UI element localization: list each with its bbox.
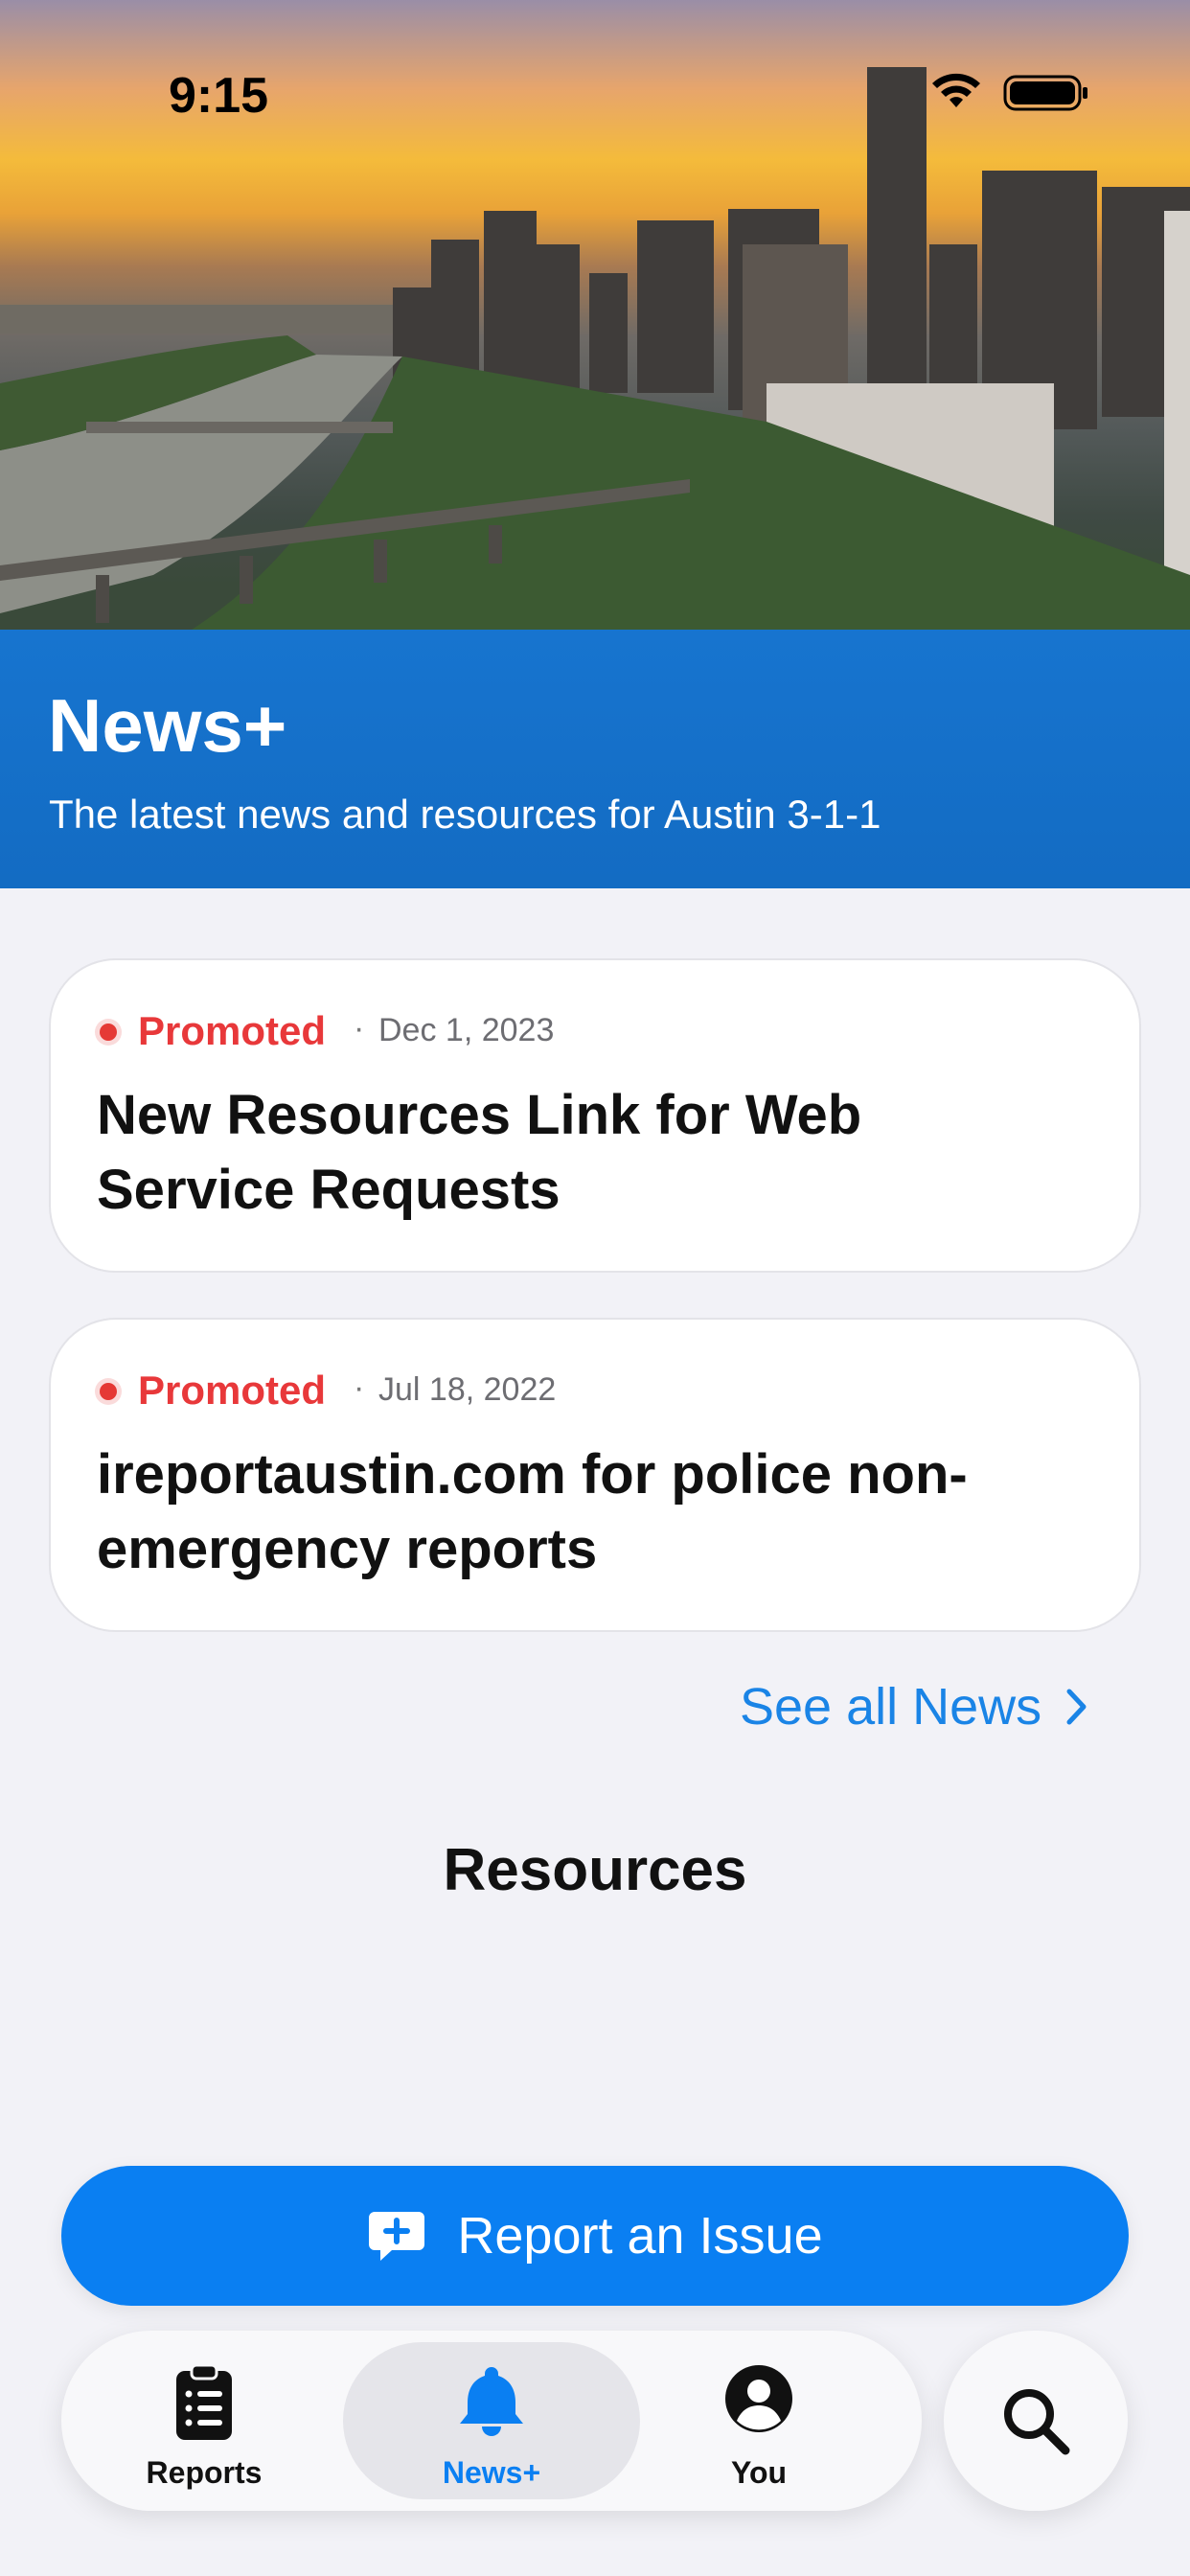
resources-heading: Resources [443,1837,747,1903]
person-icon [615,2363,903,2434]
promoted-dot-icon [100,1383,117,1400]
tab-news[interactable]: News+ [343,2342,640,2499]
status-time: 9:15 [169,68,269,124]
bell-icon [343,2363,640,2438]
search-icon [1004,2389,1070,2455]
separator-dot: · [354,1369,365,1406]
page-subtitle: The latest news and resources for Austin… [49,792,881,837]
clipboard-icon [60,2363,348,2442]
promoted-badge: Promoted [138,1368,327,1413]
news-card[interactable]: Promoted · Jul 18, 2022 ireportaustin.co… [49,1318,1141,1632]
battery-icon [1003,75,1087,111]
report-bubble-icon [367,2208,426,2264]
report-issue-button[interactable]: Report an Issue [61,2166,1129,2306]
tab-label: Reports [146,2455,263,2490]
promoted-badge: Promoted [138,1008,327,1053]
separator-dot: · [354,1010,365,1046]
see-all-label: See all News [740,1678,1042,1736]
news-date: Jul 18, 2022 [378,1371,557,1408]
search-button[interactable] [944,2331,1128,2511]
news-date: Dec 1, 2023 [378,1012,555,1048]
status-icons [927,71,1090,120]
chevron-right-icon [1066,1689,1087,1725]
tab-you[interactable]: You [615,2342,903,2499]
tab-label: You [730,2455,788,2490]
report-issue-label: Report an Issue [457,2207,823,2265]
news-title: New Resources Link for Web Service Reque… [97,1084,862,1221]
promoted-dot-icon [100,1024,117,1041]
tab-label: News+ [442,2455,541,2490]
see-all-news-link[interactable]: See all News [740,1677,1087,1736]
news-title: ireportaustin.com for police non-emergen… [97,1443,968,1580]
wifi-icon [932,73,980,107]
header-hero: News+ The latest news and resources for … [0,0,1190,888]
news-card[interactable]: Promoted · Dec 1, 2023 New Resources Lin… [49,958,1141,1273]
tab-reports[interactable]: Reports [60,2342,348,2499]
page-title: News+ [48,683,287,768]
tab-bar: Reports News+ You [61,2331,922,2511]
